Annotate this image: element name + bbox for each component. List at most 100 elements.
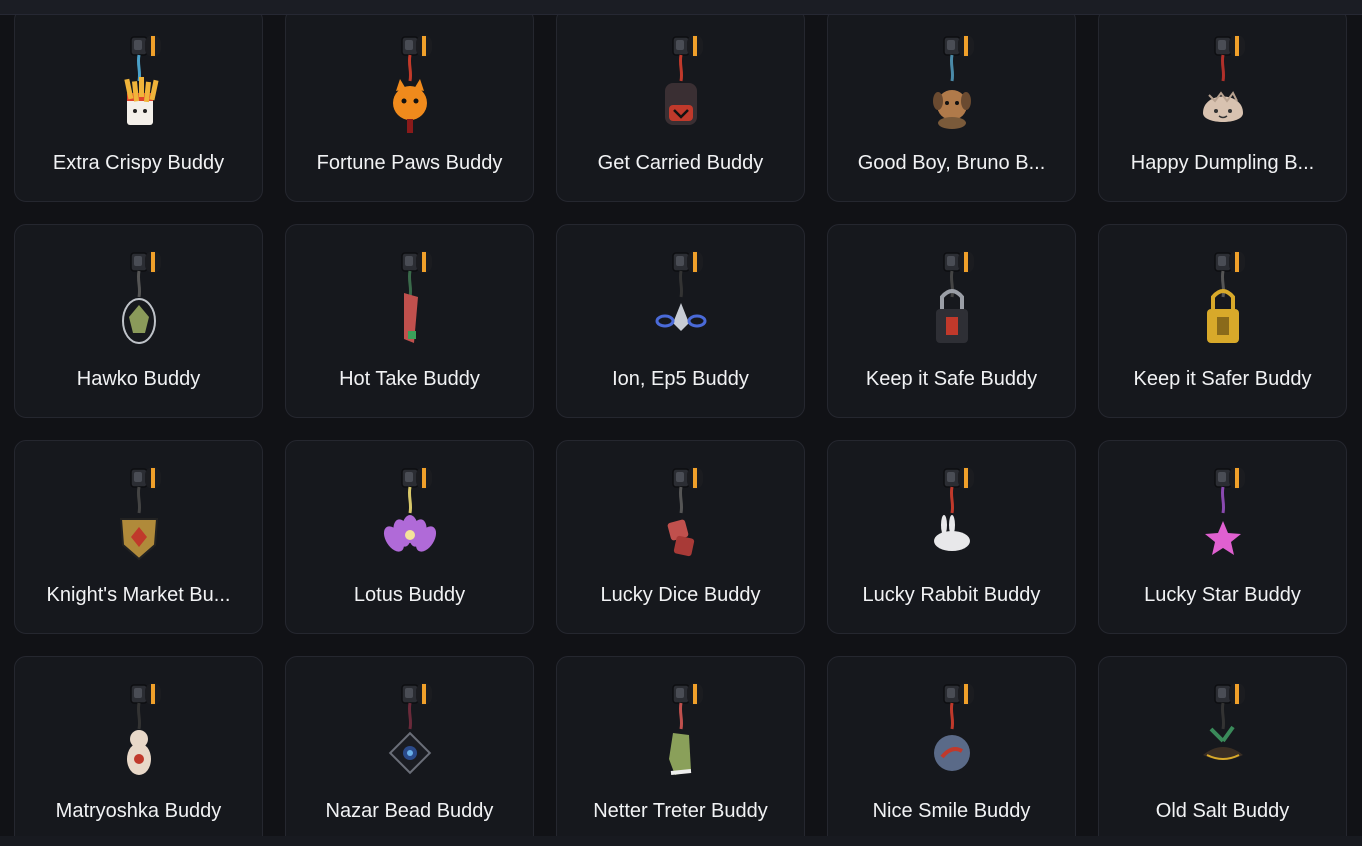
buddy-charm bbox=[383, 515, 436, 552]
buddy-charm bbox=[1202, 91, 1243, 122]
gold-padlock-buddy-icon bbox=[1206, 251, 1245, 343]
buddy-card[interactable]: Ion, Ep5 Buddy bbox=[556, 224, 805, 418]
buddy-grid-viewport[interactable]: Extra Crispy Buddy Fortune Paws Buddy Get … bbox=[0, 0, 1362, 836]
buddy-card[interactable]: Good Boy, Bruno B... bbox=[827, 8, 1076, 202]
buddy-clip bbox=[400, 683, 432, 705]
buddy-card[interactable]: Knight's Market Bu... bbox=[14, 440, 263, 634]
buddy-name: Ion, Ep5 Buddy bbox=[612, 368, 749, 390]
buddy-name: Knight's Market Bu... bbox=[46, 584, 231, 606]
hot-take-buddy-icon bbox=[400, 251, 432, 343]
buddy-clip bbox=[942, 35, 974, 57]
buddy-name: Matryoshka Buddy bbox=[55, 800, 222, 822]
buddy-name: Get Carried Buddy bbox=[597, 152, 764, 174]
buddy-card[interactable]: Hot Take Buddy bbox=[285, 224, 534, 418]
buddy-clip bbox=[129, 467, 161, 489]
ion-ship-buddy-icon bbox=[655, 251, 706, 331]
buddy-name: Hot Take Buddy bbox=[339, 368, 480, 390]
buddy-clip bbox=[671, 467, 703, 489]
buddy-card[interactable]: Lucky Dice Buddy bbox=[556, 440, 805, 634]
buddy-card[interactable]: Matryoshka Buddy bbox=[14, 656, 263, 836]
buddy-card[interactable]: Keep it Safer Buddy bbox=[1098, 224, 1347, 418]
buddy-name: Extra Crispy Buddy bbox=[52, 152, 225, 174]
buddy-clip bbox=[1213, 467, 1245, 489]
buddy-charm bbox=[935, 289, 968, 343]
buddy-charm bbox=[933, 515, 970, 551]
buddy-clip bbox=[129, 251, 161, 273]
buddy-clip bbox=[400, 251, 432, 273]
sneaker-buddy-icon bbox=[668, 683, 703, 775]
buddy-name: Hawko Buddy bbox=[76, 368, 201, 390]
buddy-card[interactable]: Nice Smile Buddy bbox=[827, 656, 1076, 836]
shield-buddy-icon bbox=[119, 467, 161, 561]
buddy-clip bbox=[1213, 251, 1245, 273]
buddy-charm bbox=[392, 79, 427, 133]
buddy-name: Nazar Bead Buddy bbox=[325, 800, 494, 822]
buddy-name: Netter Treter Buddy bbox=[593, 800, 768, 822]
buddy-charm bbox=[121, 298, 156, 344]
buddy-clip bbox=[400, 35, 432, 57]
buddy-name: Nice Smile Buddy bbox=[872, 800, 1031, 822]
buddy-card[interactable]: Lotus Buddy bbox=[285, 440, 534, 634]
buddy-clip bbox=[942, 467, 974, 489]
buddy-name: Lucky Dice Buddy bbox=[600, 584, 761, 606]
buddy-charm bbox=[1202, 725, 1243, 760]
dumpling-buddy-icon bbox=[1202, 35, 1245, 122]
dice-buddy-icon bbox=[667, 467, 703, 557]
buddy-name: Lotus Buddy bbox=[353, 584, 466, 606]
buddy-charm bbox=[933, 735, 970, 771]
buddy-charm bbox=[403, 293, 418, 343]
buddy-charm bbox=[1206, 289, 1239, 343]
star-buddy-icon bbox=[1204, 467, 1245, 555]
buddy-charm bbox=[667, 519, 694, 557]
lucky-cat-buddy-icon bbox=[392, 35, 432, 133]
buddy-card[interactable]: Nazar Bead Buddy bbox=[285, 656, 534, 836]
buddy-clip bbox=[1213, 35, 1245, 57]
matryoshka-buddy-icon bbox=[126, 683, 161, 775]
buddy-charm bbox=[119, 518, 158, 561]
buddy-charm bbox=[655, 303, 706, 331]
buddy-charm bbox=[126, 730, 151, 775]
nazar-bead-buddy-icon bbox=[388, 683, 432, 775]
buddy-charm bbox=[388, 731, 431, 775]
dog-buddy-icon bbox=[932, 35, 974, 129]
pirate-hat-buddy-icon bbox=[1202, 683, 1245, 760]
rabbit-buddy-icon bbox=[933, 467, 974, 551]
buddy-clip bbox=[129, 35, 161, 57]
buddy-clip bbox=[671, 251, 703, 273]
buddy-clip bbox=[129, 683, 161, 705]
buddy-card[interactable]: Fortune Paws Buddy bbox=[285, 8, 534, 202]
hawk-buddy-icon bbox=[121, 251, 161, 344]
buddy-card[interactable]: Hawko Buddy bbox=[14, 224, 263, 418]
smile-orb-buddy-icon bbox=[933, 683, 974, 771]
padlock-buddy-icon bbox=[935, 251, 974, 343]
buddy-clip bbox=[671, 35, 703, 57]
buddy-charm bbox=[668, 733, 691, 775]
buddy-charm bbox=[123, 77, 159, 125]
buddy-card[interactable]: Lucky Star Buddy bbox=[1098, 440, 1347, 634]
buddy-card[interactable]: Lucky Rabbit Buddy bbox=[827, 440, 1076, 634]
buddy-clip bbox=[400, 467, 432, 489]
top-bar bbox=[0, 0, 1362, 15]
buddy-name: Fortune Paws Buddy bbox=[316, 152, 503, 174]
buddy-card[interactable]: Extra Crispy Buddy bbox=[14, 8, 263, 202]
buddy-card[interactable]: Netter Treter Buddy bbox=[556, 656, 805, 836]
buddy-clip bbox=[942, 683, 974, 705]
buddy-charm bbox=[664, 83, 697, 125]
buddy-grid: Extra Crispy Buddy Fortune Paws Buddy Get … bbox=[14, 8, 1347, 836]
buddy-card[interactable]: Happy Dumpling B... bbox=[1098, 8, 1347, 202]
buddy-card[interactable]: Keep it Safe Buddy bbox=[827, 224, 1076, 418]
buddy-clip bbox=[1213, 683, 1245, 705]
buddy-name: Lucky Rabbit Buddy bbox=[862, 584, 1041, 606]
buddy-clip bbox=[942, 251, 974, 273]
backpack-buddy-icon bbox=[664, 35, 703, 125]
fries-buddy-icon bbox=[123, 35, 161, 125]
buddy-name: Old Salt Buddy bbox=[1155, 800, 1290, 822]
buddy-card[interactable]: Old Salt Buddy bbox=[1098, 656, 1347, 836]
lotus-buddy-icon bbox=[383, 467, 436, 552]
buddy-charm bbox=[1204, 521, 1241, 555]
buddy-clip bbox=[671, 683, 703, 705]
buddy-name: Happy Dumpling B... bbox=[1130, 152, 1315, 174]
buddy-card[interactable]: Get Carried Buddy bbox=[556, 8, 805, 202]
buddy-name: Lucky Star Buddy bbox=[1144, 584, 1301, 606]
bottom-bar bbox=[0, 836, 1362, 846]
